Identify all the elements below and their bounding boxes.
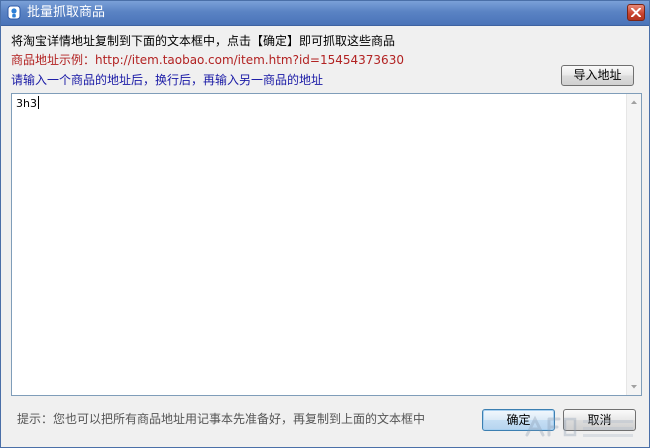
close-button[interactable] <box>627 4 645 21</box>
import-address-button[interactable]: 导入地址 <box>561 65 634 86</box>
url-textarea[interactable]: 3h3 <box>11 93 642 396</box>
dialog-window: 批量抓取商品 将淘宝详情地址复制到下面的文本框中，点击【确定】即可抓取这些商品 … <box>0 0 650 448</box>
close-icon <box>631 8 641 17</box>
scroll-up-icon[interactable] <box>627 95 641 109</box>
instruction-text: 将淘宝详情地址复制到下面的文本框中，点击【确定】即可抓取这些商品 <box>11 34 396 48</box>
dialog-content: 将淘宝详情地址复制到下面的文本框中，点击【确定】即可抓取这些商品 商品地址示例：… <box>1 26 649 447</box>
title-bar[interactable]: 批量抓取商品 <box>1 1 649 26</box>
text-caret <box>37 96 39 109</box>
example-url-text: 商品地址示例：http://item.taobao.com/item.htm?i… <box>11 53 404 67</box>
window-title: 批量抓取商品 <box>27 5 106 20</box>
textarea-value: 3h3 <box>16 96 39 111</box>
vertical-scrollbar[interactable] <box>626 94 641 395</box>
textarea-text: 3h3 <box>16 97 37 110</box>
watermark-logo-icon <box>525 415 633 437</box>
multi-url-hint: 请输入一个商品的地址后，换行后，再输入另一商品的地址 <box>11 73 324 87</box>
tip-text: 提示：您也可以把所有商品地址用记事本先准备好，再复制到上面的文本框中 <box>17 412 426 426</box>
app-logo-icon <box>7 5 21 20</box>
scroll-down-icon[interactable] <box>627 380 641 394</box>
